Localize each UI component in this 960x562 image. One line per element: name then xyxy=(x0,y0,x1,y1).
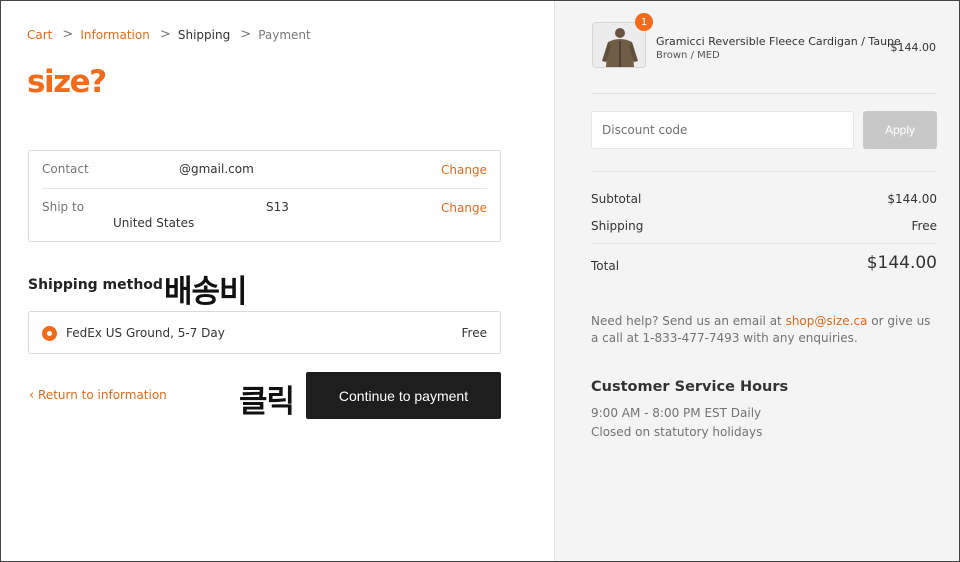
subtotal-label: Subtotal xyxy=(591,192,642,206)
ship-to-row: Ship to S13 United States Change xyxy=(42,189,487,241)
review-block: Contact @gmail.com Change Ship to S13 Un… xyxy=(28,150,501,242)
change-ship-to-link[interactable]: Change xyxy=(441,201,487,215)
service-hours-heading: Customer Service Hours xyxy=(591,379,789,395)
breadcrumb-separator: > xyxy=(159,27,171,42)
annotation-shipping-fee: 배송비 xyxy=(164,274,248,310)
discount-code-input[interactable] xyxy=(591,111,854,149)
support-email-link[interactable]: shop@size.ca xyxy=(786,314,868,328)
continue-to-payment-button[interactable]: Continue to payment xyxy=(306,372,501,419)
total-value: $144.00 xyxy=(866,253,937,273)
checkout-main: Cart > Information > Shipping > Payment … xyxy=(1,1,554,561)
contact-value: @gmail.com xyxy=(179,162,254,176)
chevron-left-icon: ‹ xyxy=(29,388,35,403)
annotation-click: 클릭 xyxy=(239,384,295,420)
divider xyxy=(591,243,937,244)
order-summary: 1 Gramicci Reversible Fleece Cardigan / … xyxy=(554,1,959,561)
shipping-label: Shipping xyxy=(591,219,644,233)
product-variant: Brown / MED xyxy=(656,50,720,61)
ship-to-label: Ship to xyxy=(42,200,85,214)
shipping-option-price: Free xyxy=(461,326,487,340)
ship-to-address: S13 xyxy=(266,200,289,214)
product-price: $144.00 xyxy=(890,41,937,54)
shipping-row: Shipping Free xyxy=(591,219,937,233)
total-label: Total xyxy=(591,259,620,273)
help-text-before: Need help? Send us an email at xyxy=(591,314,786,328)
service-hours-daily: 9:00 AM - 8:00 PM EST Daily xyxy=(591,406,762,420)
contact-label: Contact xyxy=(42,162,89,176)
return-label: Return to information xyxy=(38,388,167,402)
breadcrumb-information[interactable]: Information xyxy=(80,28,149,42)
divider xyxy=(591,93,937,94)
shipping-option[interactable]: FedEx US Ground, 5-7 Day Free xyxy=(28,311,501,354)
breadcrumb-separator: > xyxy=(62,27,74,42)
quantity-badge: 1 xyxy=(635,13,653,31)
ship-to-country: United States xyxy=(113,216,195,230)
shipping-method-heading: Shipping method xyxy=(28,277,163,293)
divider xyxy=(591,171,937,172)
subtotal-row: Subtotal $144.00 xyxy=(591,192,937,206)
breadcrumb-shipping: Shipping xyxy=(177,27,231,42)
subtotal-value: $144.00 xyxy=(887,192,937,206)
change-contact-link[interactable]: Change xyxy=(441,163,487,177)
breadcrumb-separator: > xyxy=(240,27,252,42)
return-to-information-link[interactable]: ‹ Return to information xyxy=(29,388,167,403)
service-hours-holidays: Closed on statutory holidays xyxy=(591,425,763,439)
breadcrumb-payment: Payment xyxy=(258,27,311,42)
shipping-option-radio[interactable] xyxy=(42,326,57,341)
store-logo[interactable]: size? xyxy=(27,67,107,98)
shipping-value: Free xyxy=(911,219,937,233)
apply-discount-button[interactable]: Apply xyxy=(863,111,937,149)
product-name: Gramicci Reversible Fleece Cardigan / Ta… xyxy=(656,35,901,48)
help-text: Need help? Send us an email at shop@size… xyxy=(591,313,937,347)
total-row: Total $144.00 xyxy=(591,253,937,273)
product-image xyxy=(593,23,645,67)
shipping-option-name: FedEx US Ground, 5-7 Day xyxy=(66,326,225,340)
breadcrumb-cart[interactable]: Cart xyxy=(27,28,52,42)
contact-row: Contact @gmail.com Change xyxy=(42,151,487,189)
breadcrumb: Cart > Information > Shipping > Payment xyxy=(27,27,311,42)
